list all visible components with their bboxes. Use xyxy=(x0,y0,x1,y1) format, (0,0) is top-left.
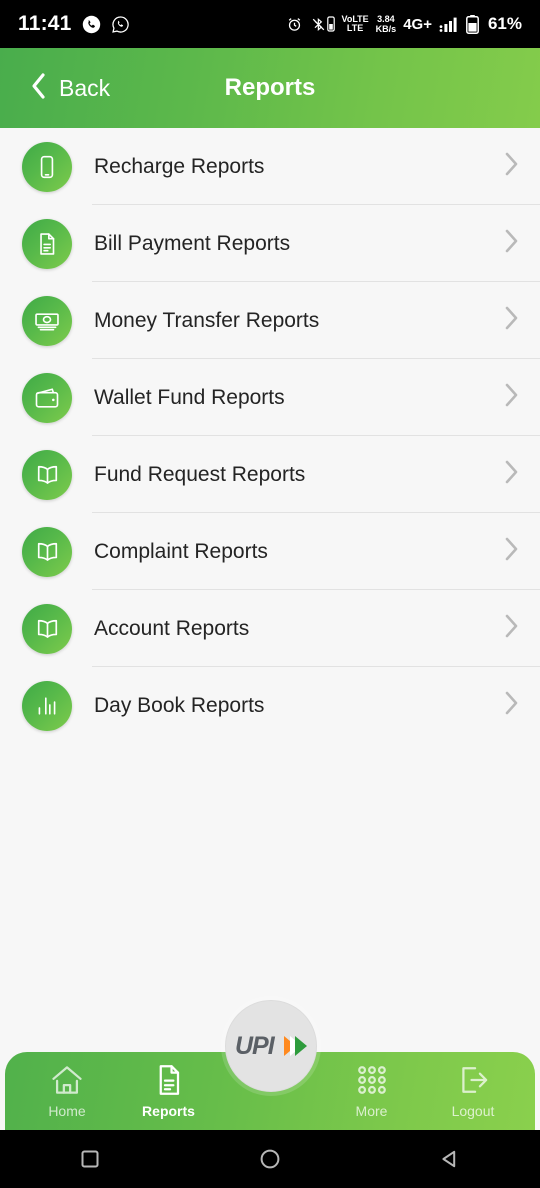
nav-item-more[interactable]: More xyxy=(326,1062,418,1119)
home-icon xyxy=(52,1066,82,1094)
list-item-recharge-reports[interactable]: Recharge Reports xyxy=(0,128,540,205)
nav-item-label: Home xyxy=(48,1103,86,1119)
network-type-label: 4G+ xyxy=(403,15,432,33)
circle-home-icon xyxy=(260,1149,280,1169)
list-item-label: Complaint Reports xyxy=(94,539,268,563)
phone-screen: 11:41 VoLTE LTE 3.84 KB/s 4G+ 61% Back R… xyxy=(0,0,540,1188)
battery-percent-label: 61% xyxy=(487,14,522,33)
nav-item-label: Reports xyxy=(142,1103,195,1119)
app-header: Back Reports xyxy=(0,48,540,128)
list-item-label: Fund Request Reports xyxy=(94,462,306,486)
chevron-left-icon xyxy=(30,72,47,105)
chevron-right-icon xyxy=(500,302,522,339)
nav-item-label: More xyxy=(355,1103,388,1119)
chevron-right-icon xyxy=(500,456,522,493)
bar-chart-icon xyxy=(22,680,72,731)
list-item-wallet-fund-reports[interactable]: Wallet Fund Reports xyxy=(0,359,540,436)
upi-logo-icon: UPI xyxy=(235,1032,307,1060)
list-item-label: Recharge Reports xyxy=(94,154,265,178)
whatsapp-icon xyxy=(111,15,130,34)
list-item-label: Money Transfer Reports xyxy=(94,308,320,332)
list-item-label: Wallet Fund Reports xyxy=(94,385,285,409)
status-bar-right: VoLTE LTE 3.84 KB/s 4G+ 61% xyxy=(286,14,522,34)
document-icon xyxy=(159,1065,179,1095)
recents-button[interactable] xyxy=(60,1139,120,1179)
logout-icon xyxy=(462,1067,488,1093)
chevron-right-icon xyxy=(500,610,522,647)
chevron-right-icon xyxy=(500,225,522,262)
signal-bars-icon xyxy=(439,16,459,33)
wallet-icon xyxy=(22,372,72,423)
status-bar-left: 11:41 xyxy=(18,12,130,36)
nav-item-reports[interactable]: Reports xyxy=(123,1062,215,1119)
phone-call-icon xyxy=(82,15,101,34)
volte-icon: VoLTE LTE xyxy=(341,14,369,33)
chevron-right-icon xyxy=(500,148,522,185)
chevron-right-icon xyxy=(500,533,522,570)
list-item-bill-payment-reports[interactable]: Bill Payment Reports xyxy=(0,205,540,282)
list-item-label: Account Reports xyxy=(94,616,250,640)
status-clock: 11:41 xyxy=(18,12,72,35)
list-item-label: Bill Payment Reports xyxy=(94,231,291,255)
battery-icon xyxy=(466,14,479,34)
square-recents-icon xyxy=(81,1150,99,1168)
list-item-label: Day Book Reports xyxy=(94,693,265,717)
triangle-back-icon xyxy=(442,1150,456,1168)
nav-item-label: Logout xyxy=(451,1103,495,1119)
chevron-right-icon xyxy=(500,379,522,416)
back-button[interactable]: Back xyxy=(30,72,110,105)
list-item-account-reports[interactable]: Account Reports xyxy=(0,590,540,667)
grid-dots-icon xyxy=(357,1066,386,1094)
nav-item-logout[interactable]: Logout xyxy=(427,1062,519,1119)
open-book-icon xyxy=(22,449,72,500)
open-book-icon xyxy=(22,603,72,654)
list-item-complaint-reports[interactable]: Complaint Reports xyxy=(0,513,540,590)
list-item-money-transfer-reports[interactable]: Money Transfer Reports xyxy=(0,282,540,359)
data-speed-indicator: 3.84 KB/s xyxy=(375,14,397,34)
svg-text:UPI: UPI xyxy=(235,1032,276,1060)
bluetooth-icon xyxy=(310,16,335,33)
back-label: Back xyxy=(59,74,111,101)
document-icon xyxy=(22,218,72,269)
list-item-day-book-reports[interactable]: Day Book Reports xyxy=(0,667,540,744)
nav-item-home[interactable]: Home xyxy=(21,1062,113,1119)
upi-center-button[interactable]: UPI xyxy=(225,1000,317,1092)
home-button[interactable] xyxy=(240,1139,300,1179)
open-book-icon xyxy=(22,526,72,577)
banknote-icon xyxy=(22,295,72,346)
chevron-right-icon xyxy=(500,687,522,724)
back-button[interactable] xyxy=(420,1139,480,1179)
status-bar: 11:41 VoLTE LTE 3.84 KB/s 4G+ 61% xyxy=(0,0,540,48)
mobile-phone-icon xyxy=(22,141,72,192)
reports-list: Recharge Reports Bill Payment Reports Mo… xyxy=(0,128,540,744)
android-navigation-bar xyxy=(0,1130,540,1188)
list-item-fund-request-reports[interactable]: Fund Request Reports xyxy=(0,436,540,513)
alarm-icon xyxy=(286,16,303,33)
